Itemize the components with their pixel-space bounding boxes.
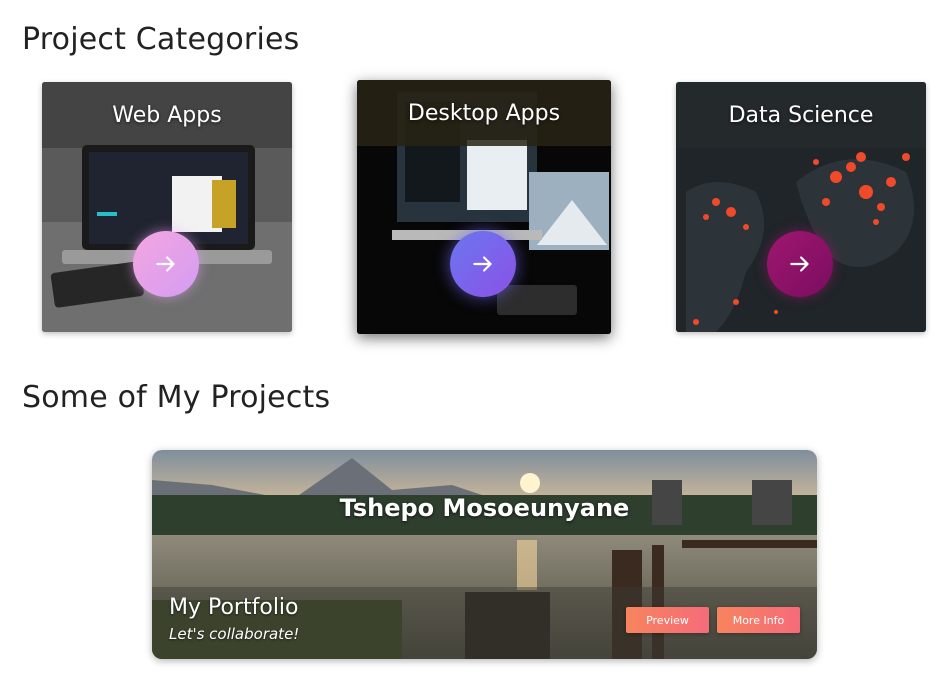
category-card-data-science[interactable]: Data Science bbox=[676, 82, 926, 332]
project-card-portfolio: Tshepo Mosoeunyane My Portfolio Let's co… bbox=[152, 450, 817, 659]
project-title: My Portfolio bbox=[169, 595, 299, 620]
category-label: Web Apps bbox=[42, 82, 292, 148]
categories-heading: Project Categories bbox=[22, 22, 300, 57]
arrow-right-icon bbox=[156, 256, 175, 272]
category-label: Desktop Apps bbox=[357, 80, 611, 146]
project-tagline: Let's collaborate! bbox=[169, 625, 300, 643]
arrow-right-icon bbox=[790, 256, 809, 272]
project-footer: My Portfolio Let's collaborate! Preview … bbox=[152, 587, 817, 659]
category-label: Data Science bbox=[676, 82, 926, 148]
category-card-web-apps[interactable]: Web Apps bbox=[42, 82, 292, 332]
web-apps-open-button[interactable] bbox=[133, 231, 199, 297]
more-info-button[interactable]: More Info bbox=[717, 607, 800, 633]
category-card-desktop-apps[interactable]: Desktop Apps bbox=[357, 80, 611, 334]
projects-heading: Some of My Projects bbox=[22, 380, 331, 415]
project-owner-name: Tshepo Mosoeunyane bbox=[339, 494, 630, 522]
desktop-apps-open-button[interactable] bbox=[450, 231, 516, 297]
preview-button[interactable]: Preview bbox=[626, 607, 709, 633]
data-science-open-button[interactable] bbox=[767, 231, 833, 297]
arrow-right-icon bbox=[473, 256, 492, 272]
